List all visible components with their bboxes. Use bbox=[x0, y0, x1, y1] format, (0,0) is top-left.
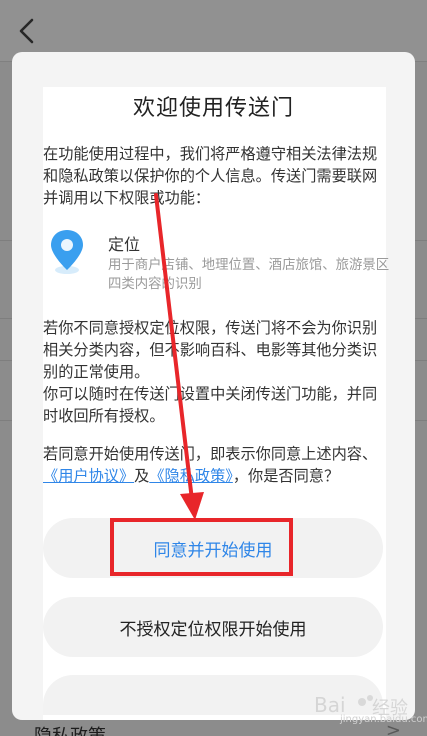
consent-text: 若同意开始使用传送门，即表示你同意上述内容、《用户协议》及《隐私政策》，你是否同… bbox=[43, 443, 388, 487]
close-note: 你可以随时在传送门设置中关闭传送门功能，并同时收回所有授权。 bbox=[43, 385, 378, 425]
and-text: 及 bbox=[134, 467, 150, 485]
privacy-policy-link[interactable]: 《隐私政策》 bbox=[149, 467, 233, 485]
consent-prefix: 若同意开始使用传送门，即表示你同意上述内容、 bbox=[43, 445, 378, 463]
consent-suffix: ，你是否同意？ bbox=[232, 467, 340, 485]
highlight-box bbox=[110, 518, 293, 576]
permission-description: 用于商户店铺、地理位置、酒店旅馆、旅游景区四类内容的识别 bbox=[108, 258, 390, 292]
user-agreement-link[interactable]: 《用户协议》 bbox=[43, 467, 134, 485]
location-pin-icon bbox=[51, 230, 83, 274]
permission-name: 定位 bbox=[108, 235, 141, 254]
disagree-note: 若你不同意授权定位权限，传送门将不会为你识别相关分类内容，但不影响百科、电影等其… bbox=[43, 319, 378, 381]
dialog-title: 欢迎使用传送门 bbox=[132, 96, 294, 121]
watermark-url: jingyan.baidu.com bbox=[340, 714, 427, 725]
intro-text: 在功能使用过程中，我们将严格遵守相关法律法规和隐私政策以保护你的个人信息。传送门… bbox=[43, 145, 378, 207]
no-auth-button[interactable]: 不授权定位权限开始使用 bbox=[43, 597, 383, 657]
no-auth-button-label: 不授权定位权限开始使用 bbox=[119, 619, 307, 640]
